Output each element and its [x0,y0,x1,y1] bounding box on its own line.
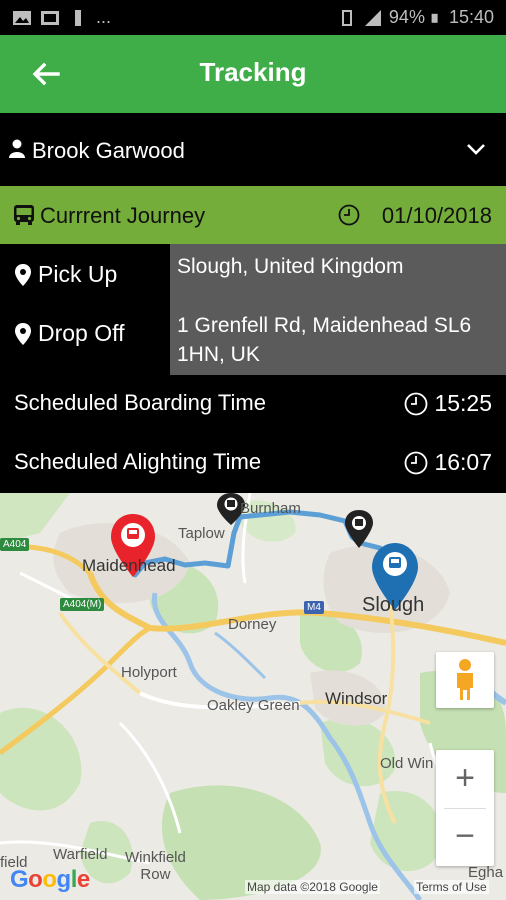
map-view[interactable]: Burnham Taplow Maidenhead Slough Dorney … [0,493,506,900]
pickup-label: Pick Up [38,261,118,287]
chevron-down-icon[interactable] [466,139,486,159]
bus-icon [14,205,34,225]
map-label-holyport: Holyport [121,664,177,681]
image-notification-icon [13,10,31,25]
dropoff-value: 1 Grenfell Rd, Maidenhead SL6 1HN, UK [177,314,472,366]
location-pin-icon [15,322,31,345]
map-label-winkfield-row: Winkfield Row [125,849,186,883]
vibrate-icon [341,9,352,26]
zoom-out-button[interactable]: − [436,808,494,866]
battery-percent: 94% [388,7,425,27]
map-label-dorney: Dorney [228,616,277,633]
signal-icon [364,9,381,26]
more-notifications: ... [96,7,112,27]
clock-icon [338,204,360,226]
journey-date: 01/10/2018 [381,203,492,228]
google-logo: Google [10,866,90,893]
boarding-time-value: 15:25 [434,390,492,416]
terms-of-use-link[interactable]: Terms of Use [414,880,489,894]
clock-icon [404,451,428,475]
current-journey-bar: Currrent Journey 01/10/2018 [0,186,506,244]
current-journey-label: Currrent Journey [40,203,206,228]
map-data-credit: Map data ©2018 Google [245,880,380,894]
boarding-time-row: Scheduled Boarding Time 15:25 [0,375,506,434]
map-label-taplow: Taplow [178,525,225,542]
person-icon [9,139,25,158]
pegman-icon [457,659,473,700]
page-title: Tracking [199,57,307,87]
stop-marker-icon[interactable] [345,510,373,548]
dropoff-label: Drop Off [38,320,125,346]
status-bar: ... 94% 15:40 [0,0,506,35]
clock-icon [404,392,428,416]
map-label-oakley-green: Oakley Green [207,697,300,714]
zoom-in-button[interactable]: + [436,750,494,808]
clock-time: 15:40 [448,7,494,27]
user-name: Brook Garwood [32,138,185,163]
street-view-button[interactable] [436,652,494,708]
alighting-time-label: Scheduled Alighting Time [14,449,262,474]
map-label-warfield: Warfield [53,846,108,863]
battery-icon [431,13,438,23]
usb-notification-icon [75,9,81,26]
user-selector[interactable]: Brook Garwood [0,113,506,186]
location-pin-icon [15,263,31,286]
alighting-time-value: 16:07 [434,449,492,475]
road-label-a404m: A404(M) [60,598,105,611]
map-label-windsor: Windsor [325,689,388,708]
map-label-egham: Egha [468,864,504,881]
pickup-label-row: Pick Up [14,261,117,288]
gallery-notification-icon [41,10,59,25]
map-label-maidenhead: Maidenhead [82,556,176,575]
pickup-value: Slough, United Kingdom [177,255,404,278]
app-bar: Tracking [0,35,506,113]
map-label-old-windsor: Old Win [380,755,434,772]
road-label-m4: M4 [304,601,324,614]
map-label-slough: Slough [362,594,425,616]
boarding-time-label: Scheduled Boarding Time [14,390,266,415]
road-label-a404: A404 [0,538,30,551]
locations-panel: Pick Up Slough, United Kingdom Drop Off … [0,244,506,375]
map-label-burnham: Burnham [240,500,301,517]
alighting-time-row: Scheduled Alighting Time 16:07 [0,434,506,493]
dropoff-label-row: Drop Off [14,320,125,347]
zoom-controls: + − [436,750,494,866]
